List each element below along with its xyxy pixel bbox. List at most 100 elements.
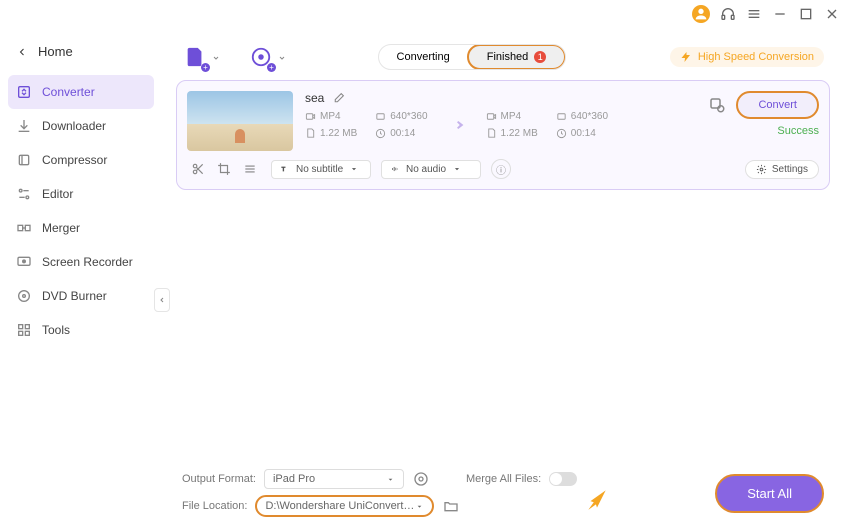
video-icon bbox=[486, 111, 497, 122]
close-button[interactable] bbox=[824, 6, 840, 22]
crop-icon[interactable] bbox=[217, 162, 231, 176]
edit-icon[interactable] bbox=[332, 92, 345, 105]
toolbar: + + Converting Finished 1 bbox=[172, 28, 834, 80]
user-avatar-icon[interactable] bbox=[692, 5, 710, 23]
clock-icon bbox=[375, 128, 386, 139]
home-button[interactable]: Home bbox=[0, 36, 162, 67]
meta-value: 00:14 bbox=[571, 128, 596, 139]
sidebar-collapse-button[interactable] bbox=[154, 288, 170, 312]
merge-toggle[interactable] bbox=[549, 472, 577, 486]
meta-value: 00:14 bbox=[390, 128, 415, 139]
chevron-down-icon bbox=[452, 164, 462, 174]
subtitle-select[interactable]: T No subtitle bbox=[271, 160, 371, 179]
converter-icon bbox=[16, 84, 32, 100]
info-button[interactable]: ⓘ bbox=[491, 159, 511, 179]
select-value: No audio bbox=[406, 164, 446, 175]
chevron-down-icon bbox=[349, 164, 359, 174]
file-icon bbox=[305, 128, 316, 139]
tab-converting[interactable]: Converting bbox=[379, 45, 468, 69]
meta-value: MP4 bbox=[320, 111, 341, 122]
select-value: No subtitle bbox=[296, 164, 343, 175]
sidebar-item-label: Editor bbox=[42, 187, 73, 201]
merge-label: Merge All Files: bbox=[466, 473, 541, 485]
clock-icon bbox=[556, 128, 567, 139]
output-settings-icon[interactable] bbox=[708, 96, 726, 114]
sidebar-item-label: Compressor bbox=[42, 153, 107, 167]
meta-value: 640*360 bbox=[390, 111, 427, 122]
menu-icon[interactable] bbox=[746, 6, 762, 22]
maximize-button[interactable] bbox=[798, 6, 814, 22]
high-speed-button[interactable]: High Speed Conversion bbox=[670, 47, 824, 67]
tab-label: Converting bbox=[397, 51, 450, 63]
headset-icon[interactable] bbox=[720, 6, 736, 22]
resolution-icon bbox=[375, 111, 386, 122]
sidebar-item-downloader[interactable]: Downloader bbox=[0, 109, 162, 143]
chevron-down-icon bbox=[212, 54, 220, 62]
open-folder-button[interactable] bbox=[442, 497, 460, 515]
tab-label: Finished bbox=[487, 51, 529, 63]
sidebar-item-dvd-burner[interactable]: DVD Burner bbox=[0, 279, 162, 313]
file-location-label: File Location: bbox=[182, 500, 247, 512]
sidebar-item-tools[interactable]: Tools bbox=[0, 313, 162, 347]
output-format-select[interactable]: iPad Pro bbox=[264, 469, 404, 489]
status-text: Success bbox=[777, 125, 819, 137]
file-location-select[interactable]: D:\Wondershare UniConverter 1 bbox=[255, 495, 434, 517]
status-tabs: Converting Finished 1 bbox=[378, 44, 567, 70]
tab-finished[interactable]: Finished 1 bbox=[467, 44, 567, 70]
audio-select[interactable]: No audio bbox=[381, 160, 481, 179]
editor-icon bbox=[16, 186, 32, 202]
home-label: Home bbox=[38, 44, 73, 59]
sidebar: Home Converter Downloader Compressor Ed bbox=[0, 28, 162, 527]
sidebar-item-label: Tools bbox=[42, 323, 70, 337]
select-value: D:\Wondershare UniConverter 1 bbox=[265, 500, 415, 512]
chevron-down-icon bbox=[278, 54, 286, 62]
video-thumbnail[interactable] bbox=[187, 91, 293, 151]
sidebar-item-label: DVD Burner bbox=[42, 289, 107, 303]
select-value: iPad Pro bbox=[273, 473, 315, 485]
video-icon bbox=[305, 111, 316, 122]
arrow-right-icon bbox=[446, 114, 468, 136]
add-dvd-button[interactable]: + bbox=[248, 44, 274, 70]
sidebar-item-screen-recorder[interactable]: Screen Recorder bbox=[0, 245, 162, 279]
sidebar-item-merger[interactable]: Merger bbox=[0, 211, 162, 245]
chevron-down-icon bbox=[386, 475, 395, 484]
chevron-left-icon bbox=[158, 296, 166, 304]
add-file-button[interactable]: + bbox=[182, 44, 208, 70]
high-speed-label: High Speed Conversion bbox=[698, 51, 814, 63]
sidebar-item-converter[interactable]: Converter bbox=[8, 75, 154, 109]
chevron-down-icon bbox=[415, 502, 424, 511]
annotation-arrow-icon bbox=[584, 486, 610, 515]
convert-button[interactable]: Convert bbox=[736, 91, 819, 119]
file-icon bbox=[486, 128, 497, 139]
merger-icon bbox=[16, 220, 32, 236]
downloader-icon bbox=[16, 118, 32, 134]
sidebar-item-editor[interactable]: Editor bbox=[0, 177, 162, 211]
convert-label: Convert bbox=[758, 99, 797, 111]
gear-icon bbox=[756, 164, 767, 175]
meta-value: 1.22 MB bbox=[320, 128, 357, 139]
sidebar-item-label: Converter bbox=[42, 85, 95, 99]
file-name: sea bbox=[305, 91, 324, 105]
effects-icon[interactable] bbox=[243, 162, 257, 176]
tools-icon bbox=[16, 322, 32, 338]
minimize-button[interactable] bbox=[772, 6, 788, 22]
format-settings-icon[interactable] bbox=[412, 470, 430, 488]
settings-label: Settings bbox=[772, 164, 808, 175]
screen-recorder-icon bbox=[16, 254, 32, 270]
start-all-label: Start All bbox=[747, 486, 792, 501]
subtitle-icon: T bbox=[280, 164, 290, 174]
finished-badge: 1 bbox=[534, 51, 546, 63]
trim-icon[interactable] bbox=[191, 162, 205, 176]
sidebar-item-compressor[interactable]: Compressor bbox=[0, 143, 162, 177]
meta-value: 640*360 bbox=[571, 111, 608, 122]
titlebar bbox=[0, 0, 850, 28]
settings-button[interactable]: Settings bbox=[745, 160, 819, 179]
main-panel: + + Converting Finished 1 bbox=[162, 28, 850, 527]
meta-value: MP4 bbox=[501, 111, 522, 122]
sidebar-item-label: Screen Recorder bbox=[42, 255, 133, 269]
start-all-button[interactable]: Start All bbox=[715, 474, 824, 513]
dvd-burner-icon bbox=[16, 288, 32, 304]
chevron-left-icon bbox=[16, 46, 28, 58]
audio-icon bbox=[390, 164, 400, 174]
output-format-label: Output Format: bbox=[182, 473, 256, 485]
